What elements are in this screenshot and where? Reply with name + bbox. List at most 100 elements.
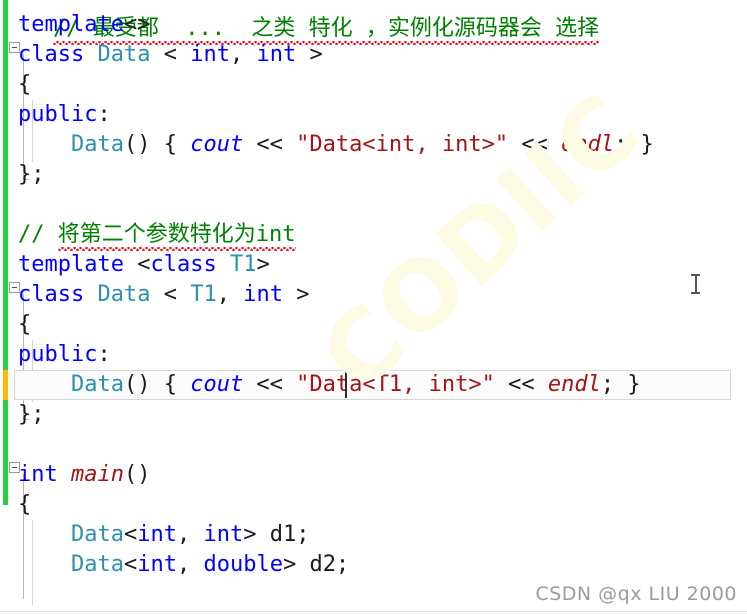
code-line-text: public:: [0, 100, 111, 130]
code-token: <<: [508, 132, 562, 157]
code-line[interactable]: class Data < int, int >: [0, 40, 747, 70]
code-token: public: [18, 102, 98, 127]
code-token: > d2;: [282, 552, 350, 577]
code-token: "Data<int, int>": [296, 132, 509, 157]
code-token: > d1;: [243, 522, 310, 547]
code-line[interactable]: class Data < T1, int >: [0, 280, 747, 310]
code-line-text: class Data < T1, int >: [0, 280, 309, 310]
code-line-text: template <class T1>: [0, 250, 270, 280]
code-token: int: [190, 42, 230, 67]
code-token: class: [18, 282, 98, 307]
code-line[interactable]: };: [0, 160, 747, 190]
code-line[interactable]: public:: [0, 340, 747, 370]
code-token: double: [203, 552, 283, 577]
code-line[interactable]: template <class T1>: [0, 250, 747, 280]
code-line-text: {: [0, 490, 31, 520]
code-line-text: Data<int, double> d2;: [0, 550, 349, 580]
code-token: Data: [70, 552, 124, 577]
code-line[interactable]: [0, 190, 747, 220]
code-token: ,: [176, 522, 204, 547]
code-token: };: [18, 162, 45, 187]
code-token: endl: [561, 132, 615, 157]
code-token: Data: [70, 372, 124, 397]
code-line[interactable]: // 将第二个参数特化为int: [0, 220, 747, 251]
code-token: :: [97, 102, 111, 127]
code-line[interactable]: {: [0, 70, 747, 100]
code-token: int: [256, 42, 297, 67]
code-token: };: [18, 402, 45, 427]
code-line-text: template<>: [0, 10, 150, 40]
code-token: class: [150, 252, 230, 277]
code-text-layer[interactable]: template<> class Data < int, int >{public…: [0, 0, 747, 615]
code-editor-pane[interactable]: // 最受都 ... 之类 特化 ，实例化源码器会 选择 template<> c…: [0, 0, 747, 615]
code-token: () {: [123, 372, 191, 397]
code-token: <<: [494, 372, 548, 397]
code-token: cout: [190, 372, 244, 397]
code-token: <: [163, 42, 191, 67]
code-token: template: [18, 12, 124, 37]
ibeam-stem: [695, 275, 697, 293]
code-token: cout: [190, 132, 244, 157]
code-line-text: Data<int, int> d1;: [0, 520, 309, 550]
csdn-credit-watermark: CSDN @qx LIU 2000: [535, 583, 737, 605]
code-token: Data: [97, 282, 164, 307]
code-token: () {: [123, 132, 191, 157]
code-token: <: [123, 552, 138, 577]
code-line-text: int main(): [0, 460, 150, 490]
code-line[interactable]: Data() { cout << "Data<int, int>" << end…: [0, 130, 747, 160]
code-line[interactable]: int main(): [0, 460, 747, 490]
mouse-ibeam-cursor: [691, 274, 700, 294]
code-line-text: Data() { cout << "Data<T1, int>" << endl…: [0, 370, 641, 400]
code-line[interactable]: Data<int, int> d1;: [0, 520, 747, 550]
code-token: (): [123, 462, 151, 487]
code-line[interactable]: template<>: [0, 10, 747, 40]
code-token: int: [18, 462, 71, 487]
code-token: int: [243, 282, 283, 307]
code-token: "Data<T1, int>": [296, 372, 495, 397]
code-token: int: [137, 522, 177, 547]
code-line-text: public:: [0, 340, 111, 370]
code-token: template: [18, 252, 138, 277]
code-token: <>: [123, 12, 151, 37]
code-token: int: [137, 552, 177, 577]
code-token: >: [282, 282, 310, 307]
code-token: T1: [229, 252, 257, 277]
code-token: >: [296, 42, 323, 67]
code-token: ,: [216, 282, 244, 307]
code-token: int: [203, 522, 244, 547]
code-token: {: [18, 72, 32, 97]
code-line-text: // 将第二个参数特化为int: [0, 220, 296, 251]
code-line[interactable]: {: [0, 310, 747, 340]
code-line-text: };: [0, 400, 45, 430]
code-token: ,: [229, 42, 257, 67]
code-line-text: {: [0, 310, 31, 340]
code-line-text: };: [0, 160, 45, 190]
code-token: Data: [70, 132, 124, 157]
code-line-text: {: [0, 70, 31, 100]
code-line[interactable]: [0, 430, 747, 460]
code-token: :: [97, 342, 111, 367]
code-line[interactable]: Data() { cout << "Data<T1, int>" << endl…: [0, 370, 747, 400]
code-token: public: [18, 342, 98, 367]
code-token: <<: [243, 372, 297, 397]
code-line[interactable]: Data<int, double> d2;: [0, 550, 747, 580]
code-token: 将第二个参数特化为int: [57, 220, 296, 251]
code-line[interactable]: public:: [0, 100, 747, 130]
code-token: endl: [547, 372, 601, 397]
code-line[interactable]: {: [0, 490, 747, 520]
code-token: <: [123, 522, 138, 547]
text-caret: [345, 372, 347, 398]
code-token: T1: [190, 282, 217, 307]
editor-pane-bottom-border: [0, 611, 747, 615]
code-token: <: [137, 252, 151, 277]
code-token: //: [18, 222, 58, 247]
code-token: main: [70, 462, 124, 487]
code-line-text: class Data < int, int >: [0, 40, 323, 70]
code-line[interactable]: };: [0, 400, 747, 430]
code-token: <: [163, 282, 191, 307]
code-token: Data: [70, 522, 124, 547]
